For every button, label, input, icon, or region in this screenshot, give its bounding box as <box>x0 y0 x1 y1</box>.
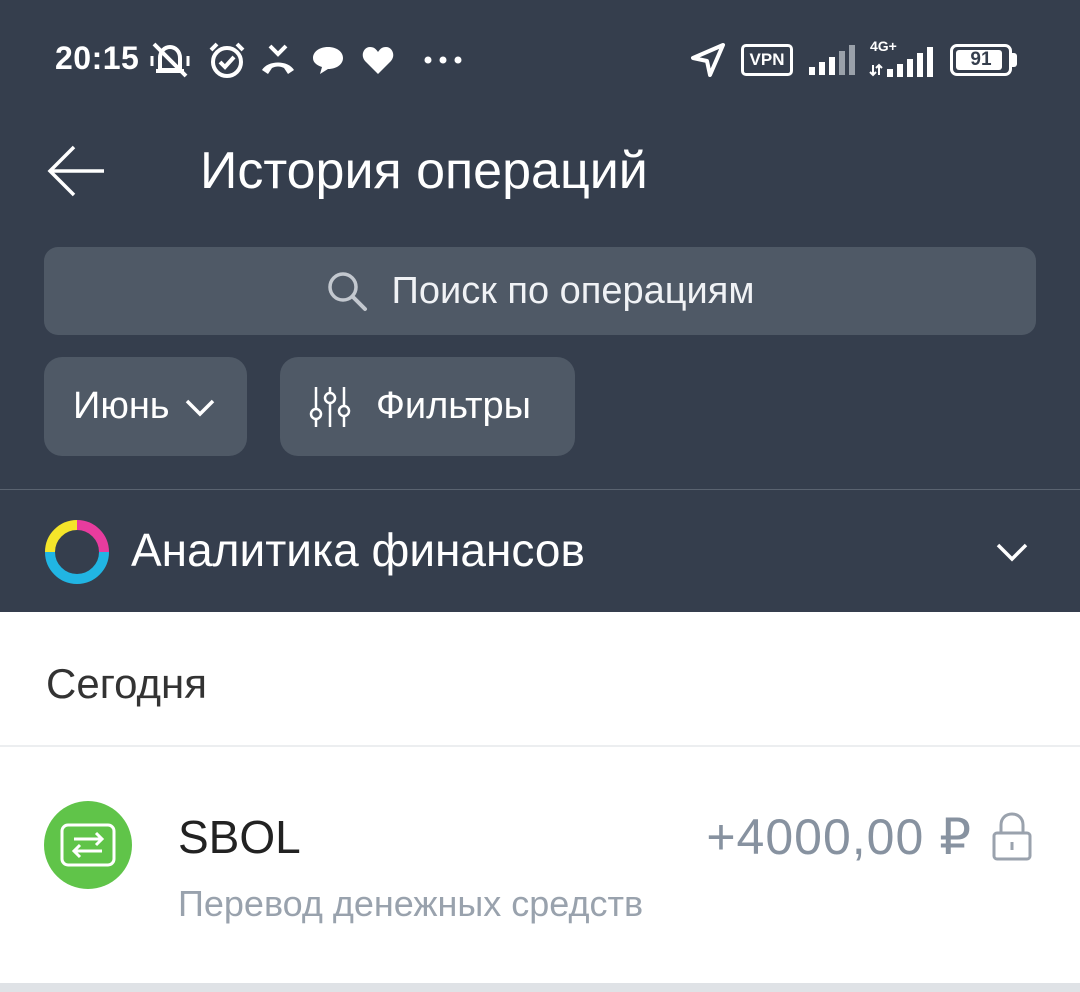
status-bar: 20:15 VPN 4G+ 91 <box>0 0 1080 124</box>
analytics-ring-icon <box>45 520 109 584</box>
chevron-down-icon <box>185 399 214 416</box>
filters-label: Фильтры <box>376 385 531 427</box>
heart-icon <box>360 40 396 80</box>
operation-subtitle: Перевод денежных средств <box>178 883 644 924</box>
battery-cap <box>1012 53 1017 67</box>
signal-4g-icon <box>868 46 936 78</box>
battery-icon: 91 <box>950 44 1012 76</box>
transfer-icon <box>60 823 116 867</box>
operation-amount: +4000,00 ₽ <box>706 809 972 865</box>
search-placeholder: Поиск по операциям <box>391 269 755 312</box>
section-date-header: Сегодня <box>46 660 207 707</box>
month-selector[interactable]: Июнь <box>44 357 247 456</box>
page-title: История операций <box>200 142 648 200</box>
vpn-badge: VPN <box>741 44 793 76</box>
arrow-left-icon <box>47 145 104 197</box>
sliders-icon <box>309 386 351 427</box>
analytics-section[interactable]: Аналитика финансов <box>0 490 1080 612</box>
search-icon <box>327 272 367 311</box>
signal-icon <box>806 40 858 80</box>
battery-percent: 91 <box>970 49 992 70</box>
alarm-icon <box>206 40 248 80</box>
missed-call-icon <box>258 40 298 80</box>
operation-row[interactable]: SBOL Перевод денежных средств +4000,00 ₽ <box>0 747 1080 983</box>
more-dots-icon <box>422 40 464 80</box>
back-button[interactable] <box>40 138 112 204</box>
message-icon <box>310 40 346 80</box>
analytics-label: Аналитика финансов <box>131 524 585 576</box>
mute-icon <box>147 40 193 80</box>
chevron-down-icon <box>996 543 1028 562</box>
location-arrow-icon <box>688 40 728 80</box>
filters-button[interactable]: Фильтры <box>280 357 575 456</box>
lock-icon <box>992 812 1032 861</box>
operation-avatar <box>44 801 132 889</box>
month-label: Июнь <box>73 385 170 427</box>
status-time: 20:15 <box>55 40 140 76</box>
bottom-strip <box>0 983 1080 992</box>
search-input[interactable]: Поиск по операциям <box>44 247 1036 335</box>
operation-title: SBOL <box>178 811 301 863</box>
